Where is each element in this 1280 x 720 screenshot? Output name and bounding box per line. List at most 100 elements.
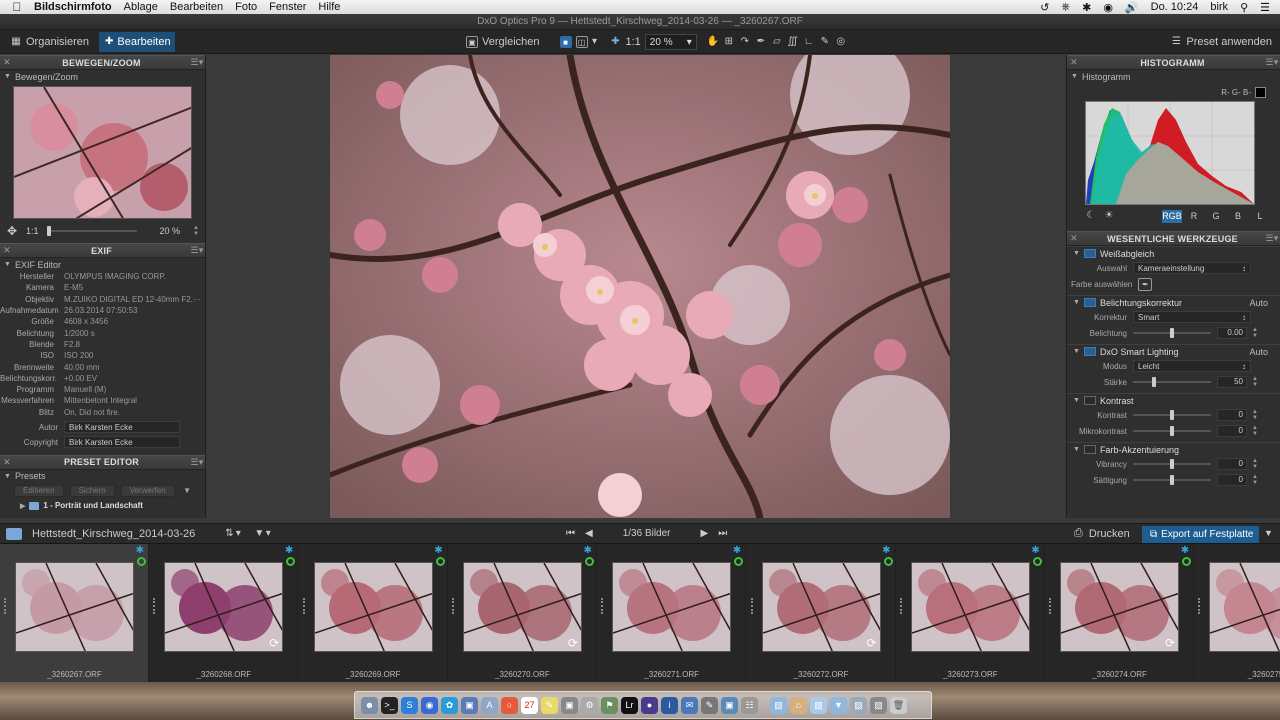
filmstrip-thumbnail[interactable]: ✱_3260275...	[1194, 544, 1280, 682]
apple-menu-icon[interactable]: 	[0, 0, 34, 14]
browser-icon[interactable]: ◉	[421, 696, 438, 714]
histogram-sub[interactable]: ▼ Histogramm	[1067, 70, 1280, 83]
exposure-auto[interactable]: Auto	[1249, 298, 1280, 308]
smart-lighting-toggle[interactable]	[1083, 347, 1096, 356]
slider-knob[interactable]	[1170, 328, 1174, 338]
trash-icon[interactable]: 🗑	[890, 696, 907, 714]
channel-l-button[interactable]: L	[1250, 210, 1270, 223]
stepper-icon[interactable]: ▲ ▼	[1252, 425, 1258, 437]
user-name[interactable]: birk	[1210, 1, 1228, 13]
smart-lighting-header[interactable]: ▼ DxO Smart Lighting Auto	[1067, 344, 1280, 358]
channel-g-button[interactable]: G	[1206, 210, 1226, 223]
exposure-mode-select[interactable]: Smart ↕	[1133, 311, 1251, 323]
move-icon[interactable]: ✥	[6, 225, 18, 237]
organize-tab[interactable]: ▦ Organisieren	[4, 32, 95, 52]
map-icon[interactable]: ⚑	[601, 696, 618, 714]
channel-r-button[interactable]: R	[1184, 210, 1204, 223]
first-image-icon[interactable]: ⏮	[566, 528, 575, 539]
thumbnail-image[interactable]	[462, 562, 582, 652]
vibrancy-slider[interactable]	[1133, 459, 1211, 469]
menu-ablage[interactable]: Ablage	[124, 1, 166, 13]
single-view-icon[interactable]: ■	[559, 36, 572, 48]
spotlight-icon[interactable]: ⚲	[1240, 1, 1248, 14]
thumbnail-image[interactable]	[761, 562, 881, 652]
drag-handle-icon[interactable]	[302, 598, 305, 614]
contrast-value[interactable]: 0	[1217, 409, 1247, 421]
print-button[interactable]: ⎙ Drucken	[1074, 527, 1130, 540]
menu-app[interactable]: Bildschirmfoto	[34, 1, 120, 13]
edit-tab[interactable]: ✚ Bearbeiten	[98, 31, 175, 52]
clock[interactable]: Do. 10:24	[1151, 1, 1199, 13]
exposure-toggle[interactable]	[1083, 298, 1096, 307]
appstore-icon[interactable]: A	[481, 696, 498, 714]
compare-button[interactable]: ▣ Vergleichen	[460, 32, 546, 52]
menu-icon[interactable]: ☰▾	[189, 57, 205, 68]
smart-mode-select[interactable]: Leicht ↕	[1133, 360, 1251, 372]
image-editor-icon[interactable]: ▣	[721, 696, 738, 714]
crop-tool-icon[interactable]: ⊞	[723, 36, 735, 48]
app-stack-icon[interactable]: ▧	[870, 696, 887, 714]
stepper-icon[interactable]: ▲ ▼	[1252, 376, 1258, 388]
export-button[interactable]: ⧉ Export auf Festplatte	[1142, 526, 1259, 543]
close-icon[interactable]: ✕	[1067, 233, 1081, 244]
close-icon[interactable]: ✕	[0, 245, 14, 256]
save-preset-button[interactable]: Sichern	[69, 484, 115, 497]
split-view-icon[interactable]: ◫	[575, 36, 588, 48]
drag-handle-icon[interactable]	[153, 598, 156, 614]
close-icon[interactable]: ✕	[0, 57, 14, 68]
filmstrip-thumbnail[interactable]: ✱ ⟳ _3260272.ORF	[747, 544, 896, 682]
channel-b-button[interactable]: B	[1228, 210, 1248, 223]
prev-image-icon[interactable]: ◀	[585, 528, 593, 539]
lightroom-icon[interactable]: Lr	[621, 696, 638, 714]
export-menu-icon[interactable]: ▼	[1264, 528, 1273, 538]
utility-icon[interactable]: ⚙	[581, 696, 598, 714]
smart-strength-slider[interactable]	[1133, 377, 1211, 387]
menu-icon[interactable]: ☰▾	[1264, 57, 1280, 68]
chevron-down-icon[interactable]: ▼	[183, 486, 191, 495]
preset-folder[interactable]: ▶ 1 - Porträt und Landschaft	[0, 499, 205, 513]
preset-editor-header[interactable]: ✕ PRESET EDITOR ☰▾	[0, 454, 205, 470]
slider-knob[interactable]	[46, 226, 51, 236]
bluetooth-icon[interactable]: ✱	[1082, 1, 1091, 14]
volume-icon[interactable]: 🔊	[1125, 1, 1139, 14]
close-icon[interactable]: ✕	[0, 457, 14, 468]
perspective-icon[interactable]: ▱	[771, 36, 783, 48]
thumbnail-image[interactable]	[612, 562, 732, 652]
slider-knob[interactable]	[1170, 410, 1174, 420]
filmstrip-thumbnail[interactable]: ✱ _3260271.ORF	[597, 544, 747, 682]
folder-name[interactable]: Hettstedt_Kirschweg_2014-03-26	[32, 528, 195, 540]
time-machine-icon[interactable]: ↺	[1040, 1, 1049, 14]
edit-preset-button[interactable]: Editieren	[14, 484, 64, 497]
stepper-icon[interactable]: ▲ ▼	[1252, 458, 1258, 470]
microcontrast-slider[interactable]	[1133, 426, 1211, 436]
safari-icon[interactable]: ✿	[441, 696, 458, 714]
menu-hilfe[interactable]: Hilfe	[318, 1, 348, 13]
discard-preset-button[interactable]: Verwerfen	[120, 484, 175, 497]
slider-knob[interactable]	[1170, 426, 1174, 436]
notes-icon[interactable]: ✎	[541, 696, 558, 714]
stepper-icon[interactable]: ▲ ▼	[193, 225, 199, 237]
menu-foto[interactable]: Foto	[235, 1, 265, 13]
wb-header[interactable]: ▼ Weißabgleich	[1067, 246, 1280, 260]
smart-strength-value[interactable]: 50	[1217, 376, 1247, 388]
drag-handle-icon[interactable]	[750, 598, 753, 614]
folder-stack-icon[interactable]: ▧	[850, 696, 867, 714]
vibrancy-value[interactable]: 0	[1217, 458, 1247, 470]
drag-handle-icon[interactable]	[4, 598, 6, 614]
smart-lighting-auto[interactable]: Auto	[1249, 347, 1280, 357]
thumbnail-image[interactable]	[15, 562, 134, 652]
notification-center-icon[interactable]: ☰	[1260, 1, 1270, 14]
color-accent-toggle[interactable]	[1083, 445, 1096, 454]
exposure-slider[interactable]	[1133, 328, 1211, 338]
info-icon[interactable]: i	[661, 696, 678, 714]
exposure-header[interactable]: ▼ Belichtungskorrektur Auto	[1067, 295, 1280, 309]
zoom-select[interactable]: 20 % ▾	[644, 34, 697, 50]
exif-sub[interactable]: ▼ EXIF Editor	[0, 258, 205, 271]
microcontrast-value[interactable]: 0	[1217, 425, 1247, 437]
image-viewer[interactable]	[207, 55, 1065, 518]
wb-select[interactable]: Kameraeinstellung ↕	[1133, 262, 1251, 274]
drag-handle-icon[interactable]	[1198, 598, 1201, 614]
sort-icon[interactable]: ⇅	[223, 528, 235, 540]
filmstrip-thumbnail[interactable]: ✱ _3260273.ORF	[896, 544, 1045, 682]
exif-header[interactable]: ✕ EXIF ☰▾	[0, 243, 205, 258]
